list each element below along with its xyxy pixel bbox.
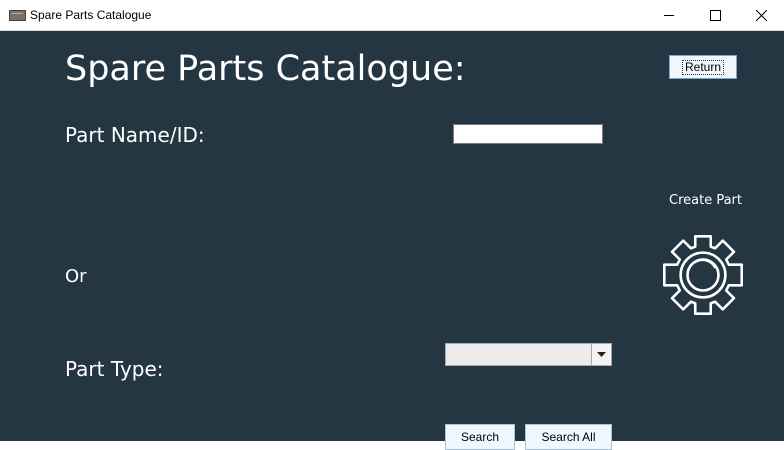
minimize-icon (663, 14, 674, 16)
search-button[interactable]: Search (445, 424, 515, 450)
part-type-select[interactable] (445, 343, 612, 366)
create-part-label: Create Part (669, 193, 742, 208)
page-title: Spare Parts Catalogue: (65, 49, 466, 89)
dropdown-arrow-button[interactable] (591, 344, 611, 365)
maximize-button[interactable] (692, 0, 738, 30)
maximize-icon (709, 9, 721, 21)
minimize-button[interactable] (646, 0, 692, 30)
title-bar: Spare Parts Catalogue (0, 0, 784, 31)
folder-icon (9, 10, 26, 21)
chevron-down-icon (597, 352, 606, 357)
return-button[interactable]: Return (669, 55, 737, 79)
window-title: Spare Parts Catalogue (30, 8, 152, 22)
main-panel: Spare Parts Catalogue: Return Part Name/… (0, 31, 784, 450)
search-all-button[interactable]: Search All (525, 424, 612, 450)
part-name-input[interactable] (453, 124, 603, 144)
return-button-label: Return (681, 59, 725, 75)
gear-icon[interactable] (660, 232, 746, 318)
close-icon (755, 9, 767, 21)
part-name-label: Part Name/ID: (65, 123, 205, 147)
part-type-label: Part Type: (65, 357, 164, 381)
close-button[interactable] (738, 0, 784, 30)
or-label: Or (65, 266, 87, 287)
